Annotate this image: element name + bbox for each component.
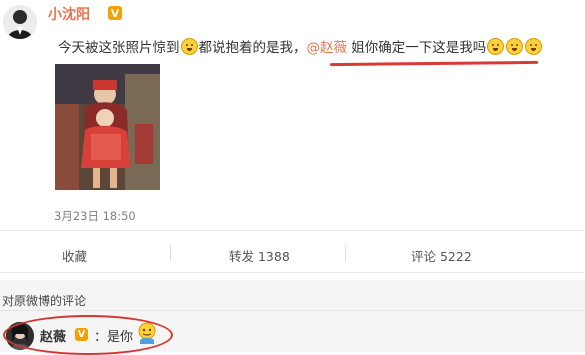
post-text-part2: 都说抱着的是我， xyxy=(198,40,307,56)
author-name[interactable]: 小沈阳 xyxy=(48,4,90,24)
comment-section-title: 对原微博的评论 xyxy=(2,294,87,308)
separator xyxy=(345,245,346,261)
divider xyxy=(0,230,585,231)
post-text-part3: 姐你确定一下这是我吗 xyxy=(347,40,487,56)
mention-link[interactable]: @赵薇 xyxy=(307,40,348,56)
divider xyxy=(0,310,585,311)
annotation-circle xyxy=(3,315,173,355)
post-text: 今天被这张照片惊到 都说抱着的是我，@赵薇 姐你确定一下这是我吗 xyxy=(58,36,543,56)
author-avatar[interactable] xyxy=(3,5,37,39)
post-timestamp[interactable]: 3月23日 18:50 xyxy=(54,208,136,224)
surprised-emoji-icon xyxy=(506,38,524,55)
grin-emoji-icon xyxy=(180,38,198,55)
annotation-underline xyxy=(329,60,539,67)
surprised-emoji-icon xyxy=(487,38,505,55)
post-photo[interactable] xyxy=(55,64,160,190)
comment-button[interactable]: 评论 5222 xyxy=(411,246,472,265)
repost-button[interactable]: 转发 1388 xyxy=(229,246,290,265)
surprised-emoji-icon xyxy=(525,38,543,55)
post-text-part1: 今天被这张照片惊到 xyxy=(58,40,180,56)
divider xyxy=(0,272,585,273)
verified-icon: V xyxy=(108,6,122,20)
favorite-button[interactable]: 收藏 xyxy=(62,246,87,265)
separator xyxy=(170,245,171,261)
